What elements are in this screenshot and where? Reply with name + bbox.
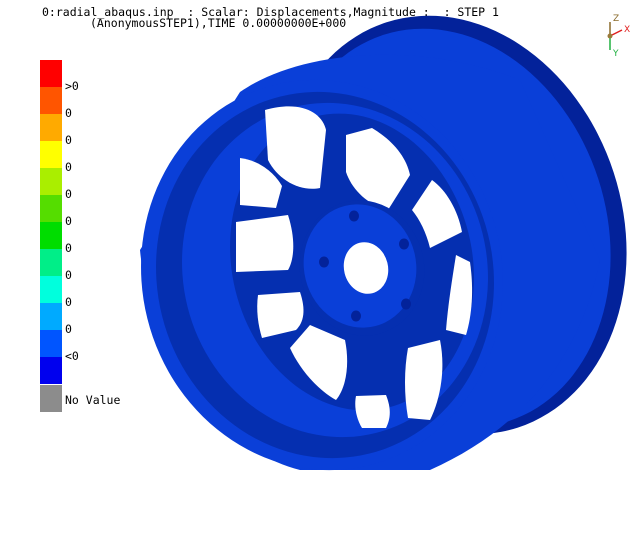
lug-hole	[349, 210, 359, 222]
triad-origin	[607, 33, 613, 39]
lug-hole	[401, 298, 411, 310]
spoke-window	[236, 215, 294, 272]
model-viewport[interactable]	[0, 0, 639, 533]
lug-hole	[319, 256, 329, 268]
triad-x-label: X	[624, 25, 630, 35]
axis-triad: Z X Y	[607, 14, 630, 59]
lug-hole	[351, 310, 361, 322]
lug-hole	[399, 238, 409, 250]
triad-y-label: Y	[612, 49, 619, 59]
wheel-rim-model	[140, 15, 627, 471]
spoke-window	[355, 395, 390, 428]
triad-z-label: Z	[613, 14, 619, 24]
